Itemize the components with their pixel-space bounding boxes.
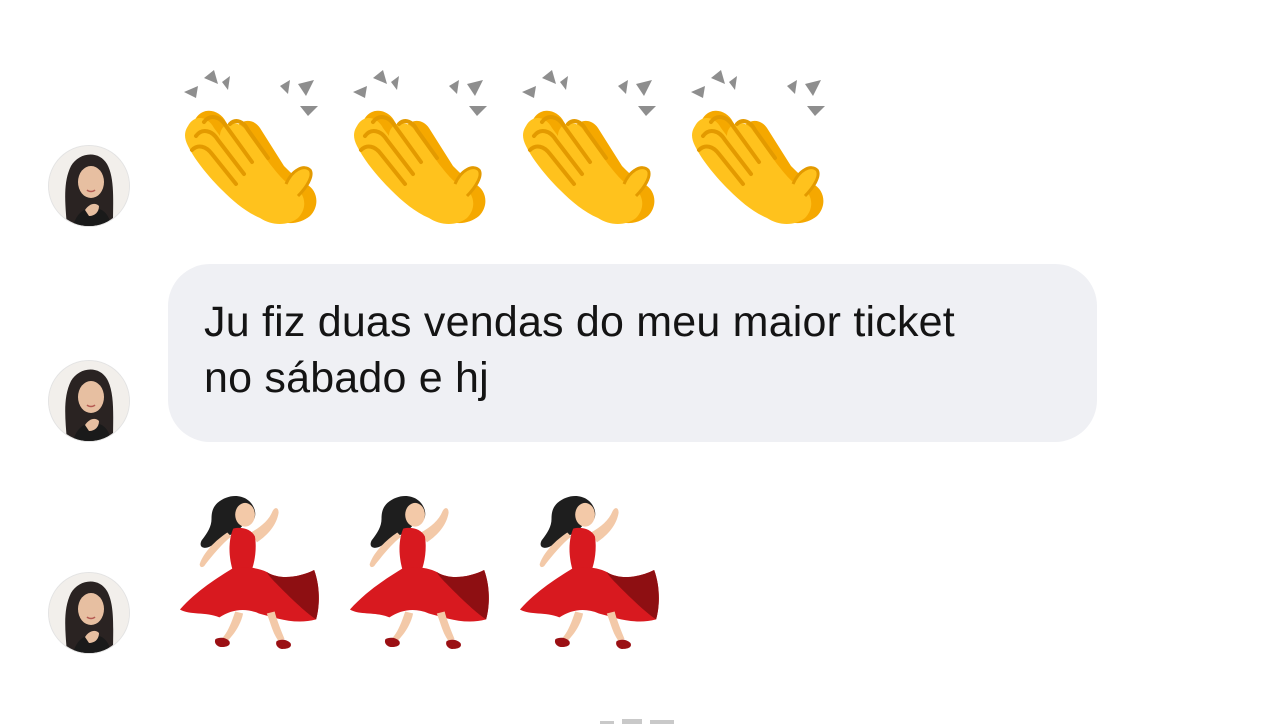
avatar-portrait <box>49 573 129 653</box>
dancing-woman-icon <box>516 492 664 652</box>
emoji-message-dancing[interactable] <box>176 492 664 652</box>
dancing-woman-icon <box>346 492 494 652</box>
cropped-next-message <box>598 712 688 724</box>
cropped-text-fragment <box>600 719 674 724</box>
dancing-woman-icon <box>176 492 324 652</box>
message-row-dancing <box>0 0 1280 700</box>
chat-thread: Ju fiz duas vendas do meu maior ticket n… <box>0 0 1280 724</box>
sender-avatar[interactable] <box>49 573 129 653</box>
